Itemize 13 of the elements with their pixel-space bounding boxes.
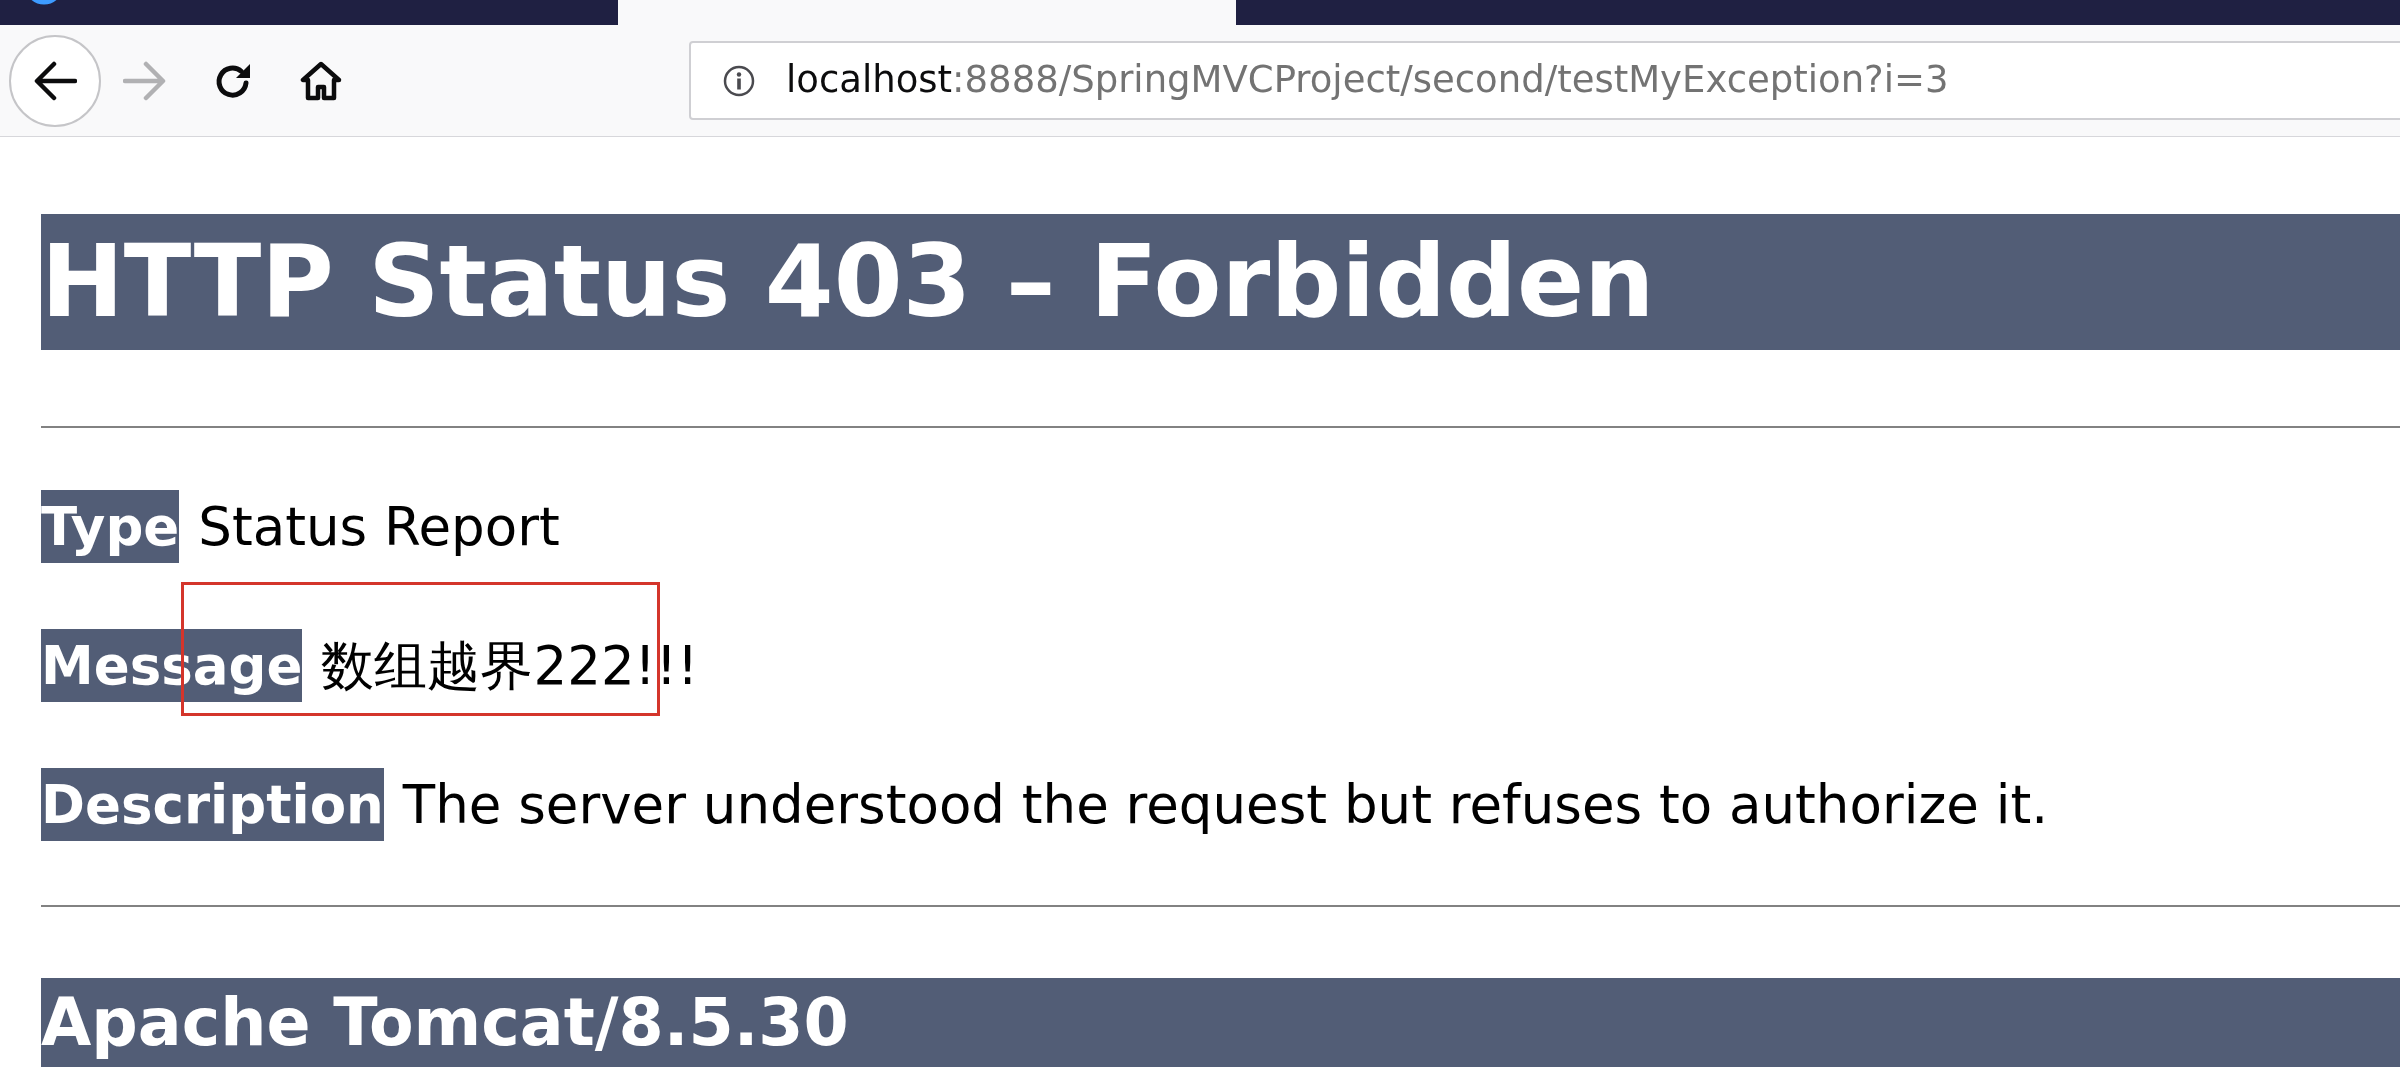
page-title: HTTP Status 403 – Forbidden [41,214,2400,350]
field-value: Status Report [198,495,560,559]
home-icon [300,59,342,102]
url-host-text: localhost [786,58,953,102]
field-value: The server understood the request but refuses to authorize it. [402,773,2049,837]
field-label: Type [41,490,180,563]
info-icon [723,64,755,97]
address-field[interactable]: localhost:8888/SpringMVCProject/second/testMyException?i=3 [689,41,2400,120]
arrow-right-icon [123,60,167,101]
arrow-left-icon [33,60,77,101]
server-version-heading: Apache Tomcat/8.5.30 [41,978,2400,1067]
url-path-text: :8888/SpringMVCProject/second/testMyException?i=3 [952,58,1949,102]
field-label: Description [41,768,384,841]
